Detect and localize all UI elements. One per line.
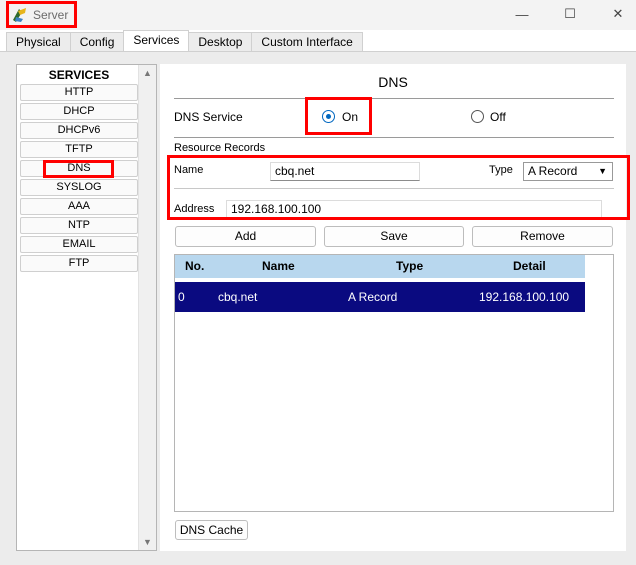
add-button[interactable]: Add xyxy=(175,226,316,247)
service-item-aaa[interactable]: AAA xyxy=(20,198,138,215)
dns-off-label[interactable]: Off xyxy=(490,110,506,124)
service-item-dhcp[interactable]: DHCP xyxy=(20,103,138,120)
chevron-down-icon: ▼ xyxy=(598,166,607,176)
window-title: Server xyxy=(33,8,69,22)
resource-records-label: Resource Records xyxy=(174,142,266,154)
type-select[interactable]: A Record ▼ xyxy=(523,162,613,181)
address-input[interactable]: 192.168.100.100 xyxy=(226,200,602,219)
close-button[interactable]: ✕ xyxy=(600,0,636,28)
address-label: Address xyxy=(174,203,215,215)
server-app-icon xyxy=(11,6,29,24)
type-label: Type xyxy=(489,164,513,176)
dns-records-table[interactable]: No. Name Type Detail 0 cbq.net A Record … xyxy=(174,254,614,512)
service-item-ntp[interactable]: NTP xyxy=(20,217,138,234)
services-scrollbar[interactable]: ▲ ▼ xyxy=(138,65,156,550)
tab-bar: Physical Config Services Desktop Custom … xyxy=(6,30,363,51)
cell-detail: 192.168.100.100 xyxy=(479,290,570,304)
service-item-dns[interactable]: DNS xyxy=(20,160,138,177)
service-item-syslog[interactable]: SYSLOG xyxy=(20,179,138,196)
column-header-detail[interactable]: Detail xyxy=(513,255,546,278)
tab-desktop[interactable]: Desktop xyxy=(188,32,253,51)
tab-custom-interface[interactable]: Custom Interface xyxy=(251,32,363,51)
service-item-tftp[interactable]: TFTP xyxy=(20,141,138,158)
column-header-no[interactable]: No. xyxy=(185,255,204,278)
divider xyxy=(174,137,614,138)
service-item-email[interactable]: EMAIL xyxy=(20,236,138,253)
divider xyxy=(174,188,614,189)
cell-name: cbq.net xyxy=(218,290,258,304)
service-item-dhcpv6[interactable]: DHCPv6 xyxy=(20,122,138,139)
title-bar: Server — ☐ ✕ xyxy=(0,0,636,30)
dns-panel: DNS DNS Service On Off Resource Records … xyxy=(160,64,626,551)
maximize-button[interactable]: ☐ xyxy=(552,0,588,28)
column-header-type[interactable]: Type xyxy=(396,255,423,278)
tab-physical[interactable]: Physical xyxy=(6,32,71,51)
dns-title: DNS xyxy=(378,74,408,90)
dns-on-label[interactable]: On xyxy=(342,110,358,124)
services-list: SERVICES HTTP DHCP DHCPv6 TFTP DNS SYSLO… xyxy=(16,64,157,551)
service-item-http[interactable]: HTTP xyxy=(20,84,138,101)
type-select-value: A Record xyxy=(528,164,578,178)
remove-button[interactable]: Remove xyxy=(472,226,613,247)
dns-on-radio[interactable] xyxy=(322,110,335,123)
divider xyxy=(174,98,614,99)
name-label: Name xyxy=(174,164,204,176)
tab-config[interactable]: Config xyxy=(69,32,125,51)
tab-services[interactable]: Services xyxy=(123,30,190,51)
table-header: No. Name Type Detail xyxy=(175,255,585,278)
minimize-button[interactable]: — xyxy=(504,0,540,28)
service-item-ftp[interactable]: FTP xyxy=(20,255,138,272)
cell-no: 0 xyxy=(178,290,185,304)
column-header-name[interactable]: Name xyxy=(262,255,295,278)
scroll-up-arrow-icon[interactable]: ▲ xyxy=(143,68,152,78)
dns-service-label: DNS Service xyxy=(174,110,243,124)
services-header: SERVICES xyxy=(48,68,110,82)
name-input[interactable]: cbq.net xyxy=(270,162,420,181)
table-row[interactable]: 0 cbq.net A Record 192.168.100.100 xyxy=(175,282,585,312)
dns-off-radio[interactable] xyxy=(471,110,484,123)
cell-type: A Record xyxy=(348,290,398,304)
scroll-down-arrow-icon[interactable]: ▼ xyxy=(143,537,152,547)
dns-cache-button[interactable]: DNS Cache xyxy=(175,520,248,540)
save-button[interactable]: Save xyxy=(324,226,464,247)
